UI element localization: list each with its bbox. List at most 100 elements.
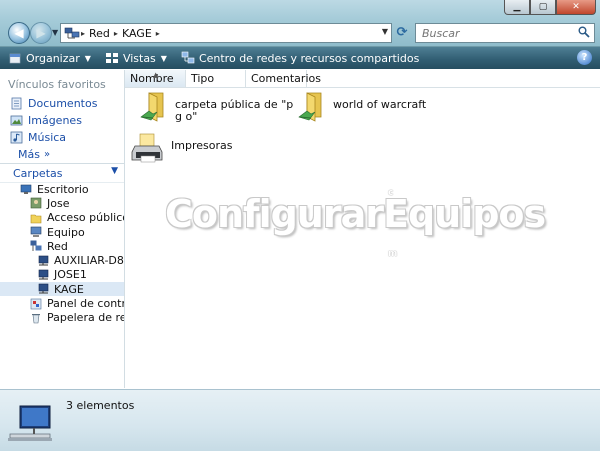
- chevron-down-icon: ▼: [111, 166, 118, 176]
- help-icon[interactable]: ?: [577, 50, 592, 65]
- column-header-nombre[interactable]: ▲ Nombre: [125, 70, 186, 87]
- printer-icon: [131, 133, 163, 163]
- network-center-icon: [181, 51, 195, 64]
- refresh-icon[interactable]: ⟳: [394, 24, 410, 40]
- views-icon: [105, 53, 118, 63]
- tree-item-equipo[interactable]: Equipo: [0, 225, 124, 239]
- tree-item-red[interactable]: Red: [0, 239, 124, 253]
- control-panel-icon: [30, 298, 42, 309]
- folder-tree: Escritorio Jose Acceso público Equipo Re…: [0, 182, 124, 325]
- tree-item-kage[interactable]: KAGE: [0, 282, 124, 297]
- sort-ascending-icon: ▲: [153, 71, 159, 79]
- favorite-more[interactable]: Más »: [0, 146, 124, 163]
- tree-item-papelera[interactable]: Papelera de reciclaje: [0, 311, 124, 325]
- pictures-icon: [10, 115, 23, 126]
- tree-item-panel-de-control[interactable]: Panel de control: [0, 296, 124, 310]
- views-label: Vistas: [122, 51, 156, 65]
- close-button[interactable]: ✕: [556, 0, 596, 15]
- minimize-button[interactable]: ▁: [504, 0, 530, 15]
- address-segment-red[interactable]: Red: [89, 27, 110, 40]
- tree-item-label: Red: [47, 239, 68, 253]
- network-computer-icon: [38, 283, 49, 294]
- file-label: world of warcraft: [333, 99, 426, 111]
- favorite-label: Documentos: [28, 97, 98, 110]
- file-label: carpeta pública de "p g o": [175, 99, 293, 123]
- forward-button[interactable]: ▶: [30, 22, 52, 44]
- music-icon: [10, 131, 23, 144]
- column-header-tipo[interactable]: Tipo: [186, 70, 246, 87]
- address-bar[interactable]: ▸ Red ▸ KAGE ▸ ▼: [60, 23, 392, 43]
- favorite-label: Música: [28, 131, 67, 144]
- tree-item-label: Jose: [47, 196, 70, 210]
- organize-button[interactable]: Organizar ▼: [8, 51, 91, 65]
- tree-item-label: JOSE1: [54, 268, 87, 282]
- tree-item-label: KAGE: [54, 282, 84, 296]
- folders-header[interactable]: Carpetas ▼: [0, 163, 124, 183]
- navigation-pane: Vínculos favoritos Documentos Imágenes M…: [0, 70, 125, 388]
- column-label: Tipo: [191, 72, 215, 85]
- views-button[interactable]: Vistas ▼: [105, 51, 167, 65]
- command-toolbar: Organizar ▼ Vistas ▼ Centro de redes y r…: [0, 47, 600, 69]
- tree-item-label: Acceso público: [47, 211, 125, 225]
- search-icon[interactable]: [578, 26, 590, 38]
- desktop-icon: [20, 184, 32, 195]
- search-input[interactable]: [420, 25, 574, 41]
- file-item-world-of-warcraft[interactable]: world of warcraft: [297, 89, 426, 125]
- shared-folder-icon: [298, 92, 322, 122]
- tree-item-label: AUXILIAR-D8F161: [54, 254, 124, 268]
- column-label: Nombre: [130, 72, 174, 85]
- folders-header-label: Carpetas: [13, 166, 63, 180]
- folder-icon: [30, 214, 42, 224]
- user-folder-icon: [30, 198, 42, 209]
- address-separator-icon[interactable]: ▸: [81, 29, 85, 38]
- tree-item-label: Panel de control: [47, 297, 125, 311]
- tree-item-auxiliar[interactable]: AUXILIAR-D8F161: [0, 253, 124, 267]
- network-icon: [64, 27, 80, 39]
- maximize-button[interactable]: ▢: [530, 0, 556, 15]
- column-header-comentarios[interactable]: Comentarios: [246, 70, 321, 87]
- tree-item-escritorio[interactable]: Escritorio: [0, 182, 124, 196]
- recycle-bin-icon: [32, 313, 40, 324]
- chevron-down-icon: ▼: [84, 53, 91, 63]
- address-separator-icon[interactable]: ▸: [156, 29, 160, 38]
- favorite-music[interactable]: Música: [0, 129, 124, 146]
- tree-item-label: Escritorio: [37, 182, 89, 196]
- address-dropdown-icon[interactable]: ▼: [382, 27, 388, 36]
- double-chevron-right-icon: »: [43, 149, 51, 160]
- file-item-impresoras[interactable]: Impresoras: [129, 130, 232, 166]
- address-segment-kage[interactable]: KAGE: [122, 27, 152, 40]
- recent-pages-dropdown-icon[interactable]: ▼: [52, 28, 58, 37]
- item-count: 3 elementos: [66, 399, 135, 412]
- favorite-documents[interactable]: Documentos: [0, 95, 124, 112]
- network-computer-icon: [38, 255, 49, 266]
- address-separator-icon[interactable]: ▸: [114, 29, 118, 38]
- watermark-logo: ConfigurarEquipos: [165, 192, 546, 236]
- tree-item-jose1[interactable]: JOSE1: [0, 268, 124, 282]
- back-arrow-icon: ◀: [14, 26, 24, 40]
- shared-folder-icon: [140, 92, 164, 122]
- forward-arrow-icon: ▶: [36, 26, 46, 40]
- network-computer-icon: [8, 405, 52, 441]
- network-center-button[interactable]: Centro de redes y recursos compartidos: [181, 51, 419, 65]
- tree-item-label: Papelera de reciclaje: [47, 311, 124, 325]
- favorite-label: Imágenes: [28, 114, 82, 127]
- back-button[interactable]: ◀: [8, 22, 30, 44]
- search-box[interactable]: [415, 23, 595, 43]
- tree-item-jose[interactable]: Jose: [0, 196, 124, 210]
- file-label-line2: g o": [175, 110, 198, 123]
- details-pane: 3 elementos: [0, 389, 600, 451]
- favorite-pictures[interactable]: Imágenes: [0, 112, 124, 129]
- network-icon: [30, 240, 42, 252]
- file-item-carpeta-publica[interactable]: carpeta pública de "p g o": [139, 89, 293, 125]
- window-controls: ▁ ▢ ✕: [504, 0, 596, 15]
- documents-icon: [11, 97, 22, 110]
- chevron-down-icon: ▼: [160, 53, 167, 63]
- tree-item-label: Equipo: [47, 225, 85, 239]
- file-label: Impresoras: [171, 140, 232, 152]
- title-bar: ▁ ▢ ✕ ◀ ▶ ▼ ▸ Red ▸ KAGE ▸ ▼ ⟳: [0, 0, 600, 47]
- favorite-label: Más: [18, 148, 40, 161]
- file-label-line1: Impresoras: [171, 139, 233, 152]
- computer-icon: [30, 226, 42, 238]
- favorites-header: Vínculos favoritos: [8, 78, 106, 91]
- tree-item-acceso-publico[interactable]: Acceso público: [0, 211, 124, 225]
